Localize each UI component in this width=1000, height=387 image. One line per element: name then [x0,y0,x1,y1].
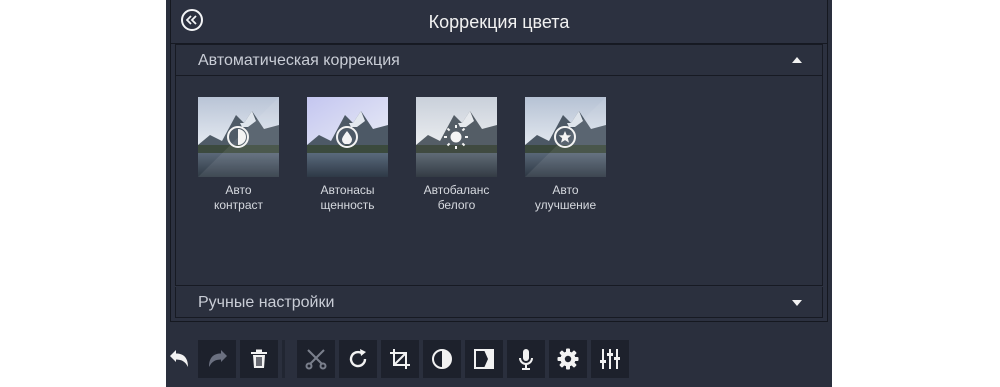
manual-settings-section[interactable]: Ручные настройки [175,287,823,318]
sun-icon [443,124,469,150]
trash-icon [251,349,267,368]
tile-label: Авто улучшение [525,183,606,213]
rotate-button[interactable] [339,340,377,378]
cut-button[interactable] [297,340,335,378]
crop-button[interactable] [381,340,419,378]
undo-button[interactable] [166,340,194,378]
tile-label-line1: Авто [225,183,252,197]
voice-record-button[interactable] [507,340,545,378]
tile-label-line1: Автобаланс [423,183,490,197]
tile-thumbnail[interactable] [198,97,279,177]
manual-settings-title: Ручные настройки [198,294,335,311]
tile-label-line2: щенность [320,198,375,212]
panel-frame: Коррекция цвета Автоматическая коррекция [170,0,828,322]
color-correction-button[interactable] [423,340,461,378]
toolbar-separator [282,340,285,378]
tile-thumbnail[interactable] [307,97,388,177]
tile-label: Автобаланс белого [416,183,497,213]
scissors-icon [305,349,327,370]
crop-icon [390,349,410,369]
transition-icon [474,349,494,369]
gear-icon [557,348,579,370]
tile-label-line2: контраст [213,198,264,212]
auto-correction-section: Автоматическая коррекция Авто контраст А… [175,44,823,286]
auto-correction-title: Автоматическая коррекция [198,52,400,69]
tile-auto-saturation[interactable]: Автонасы щенность [307,97,389,213]
tile-label-line2: улучшение [534,198,597,212]
sliders-icon [600,349,620,369]
delete-button[interactable] [240,340,278,378]
microphone-icon [519,349,533,370]
panel-title: Коррекция цвета [428,12,570,32]
auto-correction-header[interactable]: Автоматическая коррекция [176,45,822,76]
contrast-icon [227,126,249,148]
caret-up-icon[interactable] [792,57,802,63]
tile-auto-contrast[interactable]: Авто контраст [198,97,280,213]
caret-down-icon[interactable] [792,300,802,306]
tile-label-line1: Авто [552,183,579,197]
color-adjust-icon [432,349,452,369]
droplet-icon [336,126,358,148]
tile-thumbnail[interactable] [525,97,606,177]
tile-thumbnail[interactable] [416,97,497,177]
transition-button[interactable] [465,340,503,378]
rotate-icon [349,349,367,368]
panel-header: Коррекция цвета [171,0,827,44]
undo-icon [170,350,188,367]
tile-label-line2: белого [437,198,476,212]
tile-auto-enhance[interactable]: Авто улучшение [525,97,607,213]
redo-button[interactable] [198,340,236,378]
settings-button[interactable] [549,340,587,378]
tile-label-line1: Автонасы [320,183,375,197]
star-icon [554,126,576,148]
tile-auto-white-balance[interactable]: Автобаланс белого [416,97,498,213]
tile-label: Автонасы щенность [307,183,388,213]
redo-icon [209,350,227,367]
color-correction-panel: Коррекция цвета Автоматическая коррекция [166,0,832,387]
tile-label: Авто контраст [198,183,279,213]
bottom-toolbar [166,340,832,384]
equalizer-button[interactable] [591,340,629,378]
